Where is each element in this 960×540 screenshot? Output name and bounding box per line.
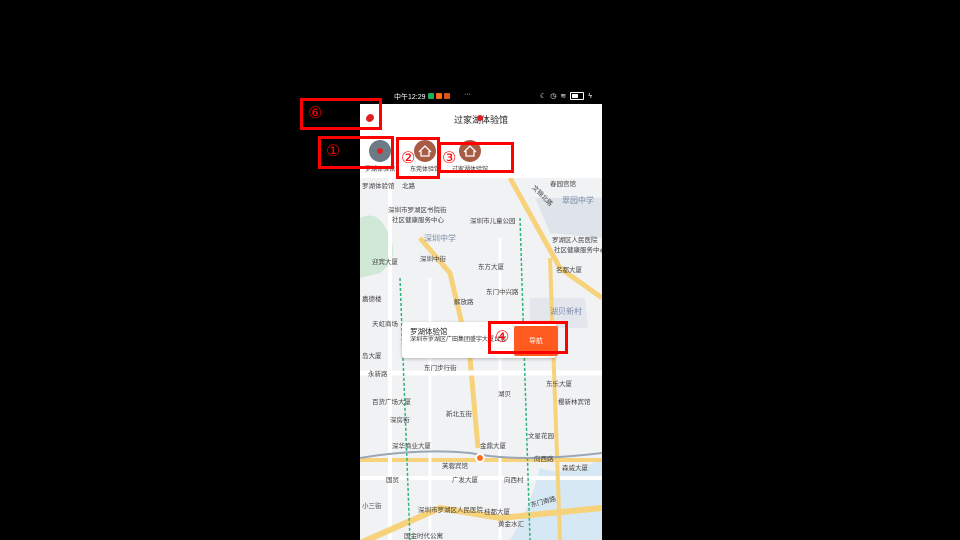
map-label: 桂都大厦 (484, 509, 510, 516)
annotation-number: ③ (442, 148, 457, 167)
map-label: 社区健康服务中心 (554, 247, 602, 254)
map-label: 名都大厦 (556, 267, 582, 274)
map-label: 解放路 (454, 299, 474, 306)
status-right: ☾ ◷ ≋ ϟ (540, 92, 592, 100)
map-label: 湖贝 (498, 391, 511, 398)
map-label: 深圳中街 (420, 256, 446, 263)
back-marker-icon (367, 114, 374, 121)
annotation-number: ① (326, 141, 341, 160)
map-label: 社区健康服务中心 (392, 217, 444, 224)
app-notification-icon (428, 93, 434, 99)
map-label: 深圳市罗湖区人民医院 (418, 507, 483, 514)
status-time: 中午12:29 (394, 94, 426, 101)
map-label: 小三街 (362, 503, 382, 510)
map-label: 翠园中学 (562, 196, 594, 205)
moon-icon: ☾ (540, 93, 547, 100)
map-label: 东门步行街 (424, 365, 457, 372)
map-label: 东门中兴路 (486, 289, 519, 296)
map-label: 金鼎大厦 (480, 443, 506, 450)
map-label: 东方大厦 (478, 264, 504, 271)
title-bar: 过家湖体验馆 (360, 104, 602, 135)
title-marker-icon (477, 115, 483, 121)
map-label: 百货广场大厦 (372, 399, 411, 406)
map-label: 迎宾大厦 (372, 259, 398, 266)
map-label: 芙蓉宾馆 (442, 463, 468, 470)
map-label: 广发大厦 (452, 477, 478, 484)
map-label: 深圳市罗湖区书院街 (388, 207, 447, 214)
map-label: 嘉德楼 (362, 296, 382, 303)
alarm-icon: ◷ (550, 93, 557, 100)
annotation-number: ⑥ (308, 103, 323, 122)
map-label: 深圳市儿童公园 (470, 218, 516, 225)
location-pin-icon[interactable] (475, 453, 485, 463)
map-roads (360, 178, 602, 540)
map-label: 文星花园 (528, 433, 554, 440)
notification-icons (428, 93, 450, 99)
map-label: 森威大厦 (562, 465, 588, 472)
map-label: 罗湖体验馆 (362, 183, 395, 190)
map-label: 天虹商场 (372, 321, 398, 328)
map-label: 向西路 (534, 456, 554, 463)
map-label: 东乐大厦 (546, 381, 572, 388)
wifi-icon: ≋ (560, 93, 567, 100)
map-label: 永新路 (368, 371, 388, 378)
map-label: 深华商业大厦 (392, 443, 431, 450)
charging-icon: ϟ (588, 92, 592, 100)
map-label: 深圳中学 (424, 234, 456, 243)
map-view[interactable]: 罗湖体验馆 深圳市罗湖区书院街 社区健康服务中心 深圳中学 深圳市儿童公园 翠园… (360, 178, 602, 540)
map-label: 深房街 (390, 417, 410, 424)
map-label: 国金时代公寓 (404, 533, 443, 540)
status-more: ··· (464, 91, 471, 98)
app-notification-icon (436, 93, 442, 99)
map-label: 黄金水汇 (498, 521, 524, 528)
map-label: 北路 (402, 183, 415, 190)
map-label: 国贸 (386, 477, 399, 484)
map-label: 春园宫馆 (550, 181, 576, 188)
annotation-number: ② (401, 148, 416, 167)
battery-icon (570, 92, 585, 100)
map-label: 罗湖区人民医院 (552, 237, 598, 244)
map-label: 岛大厦 (362, 353, 382, 360)
map-label: 向西村 (504, 477, 524, 484)
map-label: 新北五街 (446, 411, 472, 418)
annotation-number: ④ (495, 327, 510, 346)
map-label: 樱新林宾馆 (558, 399, 591, 406)
app-notification-icon (444, 93, 450, 99)
status-bar: 中午12:29 ··· ☾ ◷ ≋ ϟ (360, 90, 602, 104)
map-label: 湖贝新村 (550, 307, 582, 316)
